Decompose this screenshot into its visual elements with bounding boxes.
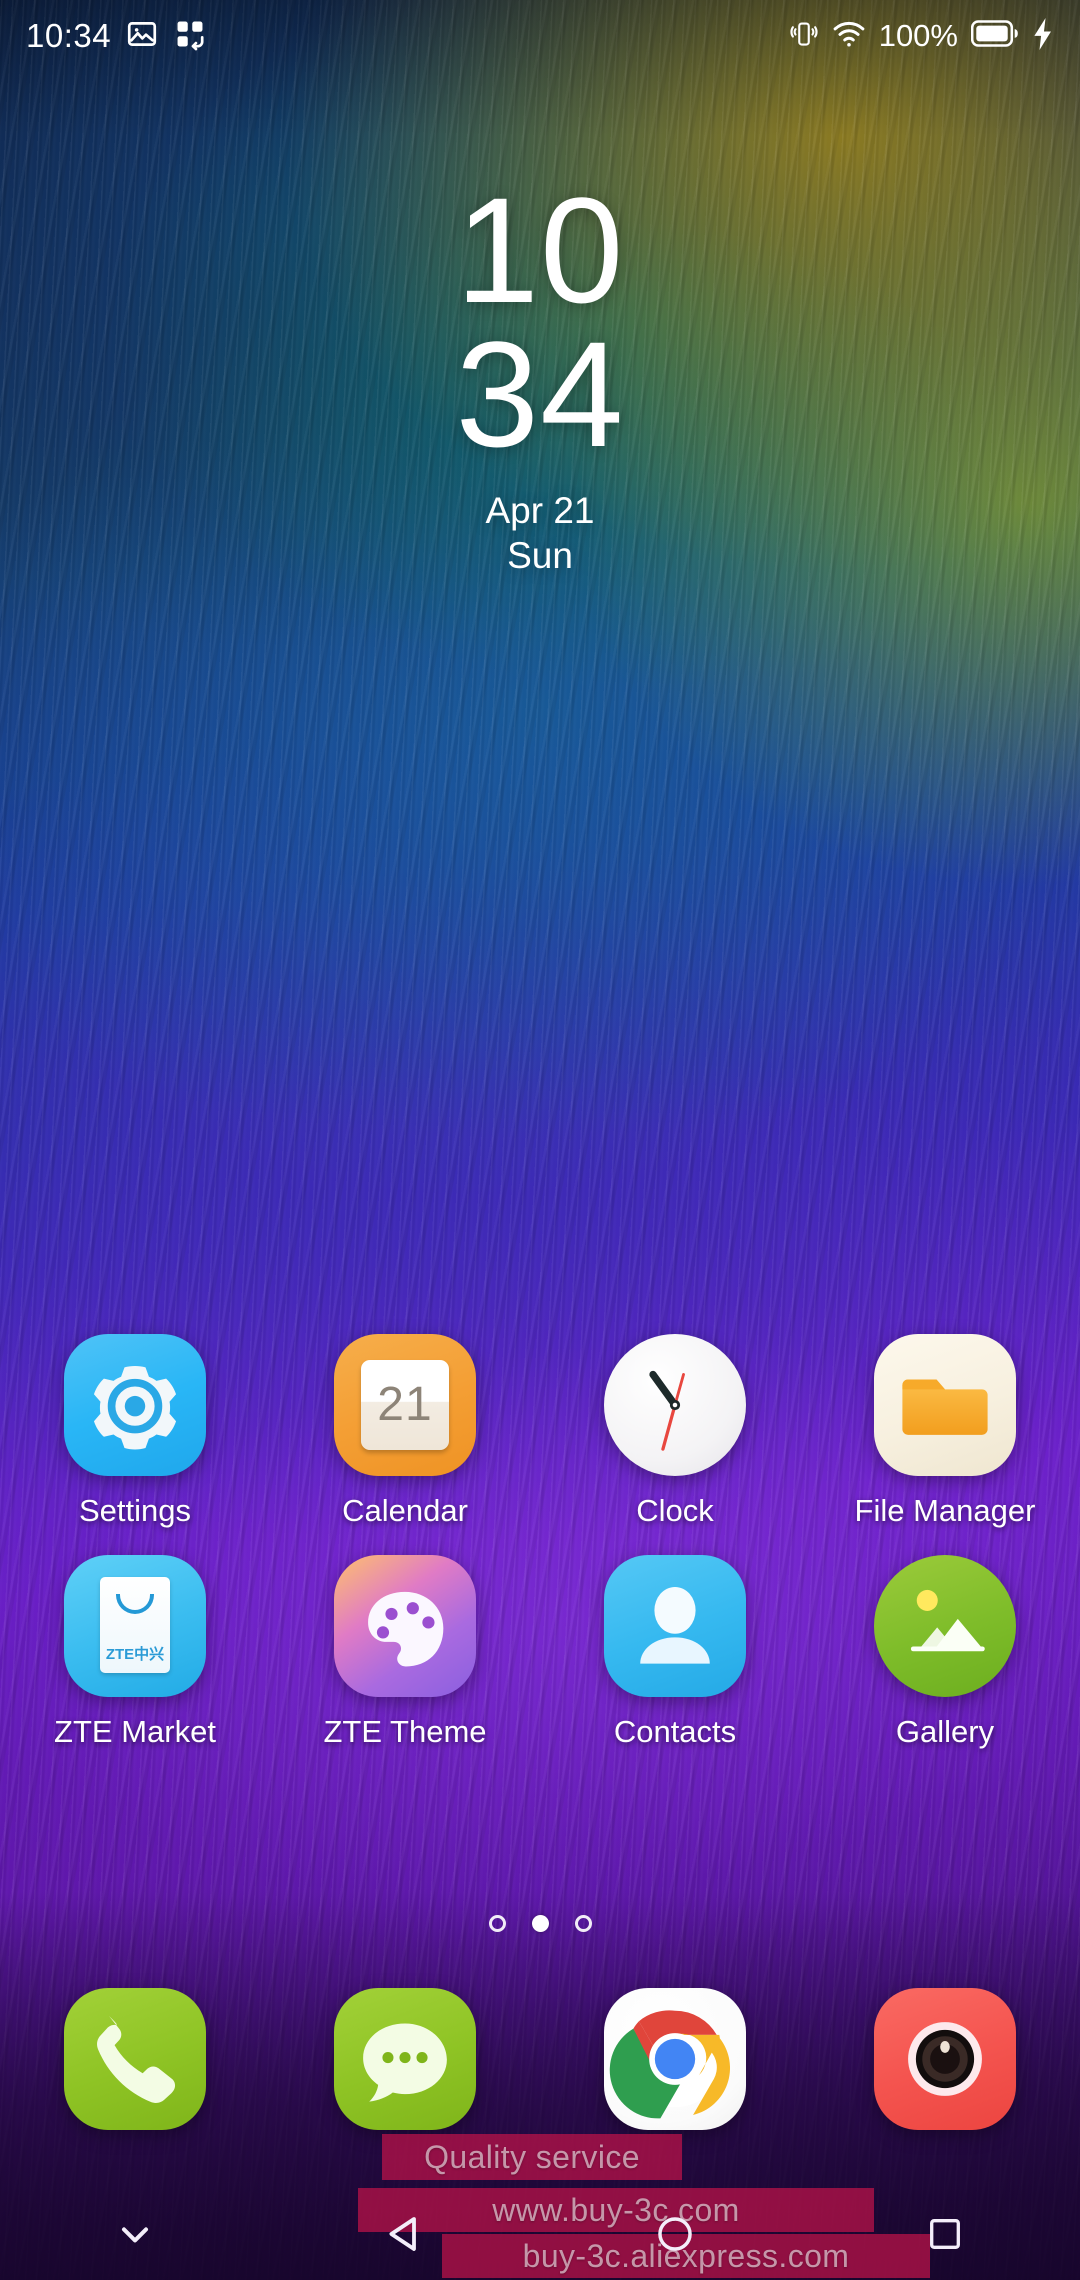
- clock-date: Apr 21: [485, 490, 595, 531]
- app-icon-gallery[interactable]: Gallery: [810, 1555, 1080, 1750]
- camera-lens-icon: [874, 1988, 1016, 2130]
- clock-minute: 34: [455, 310, 625, 478]
- status-bar-clock: 10:34: [26, 17, 112, 54]
- app-grid: Settings 21 Calendar Clock File Manager …: [0, 1334, 1080, 1750]
- app-label: Clock: [636, 1493, 714, 1528]
- zte-brand-label: ZTE中兴: [105, 1646, 165, 1663]
- dock-item-chrome[interactable]: [540, 1988, 810, 2130]
- app-grid-refresh-icon: [173, 17, 207, 56]
- app-label: Gallery: [895, 1714, 995, 1749]
- palette-icon: [334, 1555, 476, 1697]
- page-dot-1[interactable]: [488, 1915, 506, 1932]
- app-icon-zte-theme[interactable]: ZTE Theme: [270, 1555, 540, 1750]
- battery-percent-label: 100%: [878, 18, 958, 53]
- dock-item-phone[interactable]: [0, 1988, 270, 2130]
- phone-handset-icon: [64, 1988, 206, 2130]
- chrome-icon: [604, 1988, 746, 2130]
- person-icon: [604, 1555, 746, 1697]
- app-label: Settings: [78, 1493, 191, 1528]
- status-bar-left: 10:34: [26, 17, 207, 56]
- calendar-day-number: 21: [377, 1378, 433, 1431]
- app-label: File Manager: [854, 1493, 1036, 1528]
- nav-home-button[interactable]: [540, 2212, 810, 2256]
- app-icon-file-manager[interactable]: File Manager: [810, 1334, 1080, 1529]
- status-bar-right: 100%: [789, 17, 1054, 55]
- clock-weekday: Sun: [507, 535, 573, 577]
- nav-back-button[interactable]: [270, 2210, 540, 2258]
- app-label: Calendar: [342, 1493, 468, 1528]
- photo-mountain-icon: [874, 1555, 1016, 1697]
- app-icon-calendar[interactable]: 21 Calendar: [270, 1334, 540, 1529]
- image-icon: [125, 17, 159, 56]
- battery-full-icon: [970, 20, 1019, 52]
- speech-bubble-icon: [334, 1988, 476, 2130]
- app-icon-zte-market[interactable]: ZTE中兴 ZTE Market: [0, 1555, 270, 1750]
- dock: [0, 1988, 1080, 2130]
- status-bar[interactable]: 10:34 100%: [0, 0, 1080, 72]
- clock-hour: 10: [455, 166, 625, 334]
- shopping-bag-icon: ZTE中兴: [64, 1555, 206, 1697]
- nav-recents-button[interactable]: [810, 2213, 1080, 2255]
- calendar-icon: 21: [334, 1334, 476, 1476]
- app-label: ZTE Theme: [323, 1714, 487, 1749]
- app-grid-row: ZTE中兴 ZTE Market ZTE Theme Contacts Gall…: [0, 1555, 1080, 1750]
- app-grid-row: Settings 21 Calendar Clock File Manager: [0, 1334, 1080, 1529]
- app-icon-settings[interactable]: Settings: [0, 1334, 270, 1529]
- back-triangle-icon: [389, 2217, 416, 2251]
- navigation-bar: [0, 2188, 1080, 2280]
- app-icon-contacts[interactable]: Contacts: [540, 1555, 810, 1750]
- page-dot-2-active[interactable]: [531, 1915, 549, 1932]
- folder-icon: [874, 1334, 1016, 1476]
- dock-item-messages[interactable]: [270, 1988, 540, 2130]
- watermark-quality-service: Quality service: [382, 2134, 682, 2180]
- wifi-icon: [832, 19, 866, 54]
- app-icon-clock[interactable]: Clock: [540, 1334, 810, 1529]
- app-label: ZTE Market: [54, 1714, 216, 1749]
- app-label: Contacts: [613, 1714, 737, 1749]
- charging-bolt-icon: [1032, 17, 1054, 55]
- home-circle-icon: [658, 2217, 692, 2251]
- analog-clock-icon: [604, 1334, 746, 1476]
- recents-square-icon: [930, 2219, 960, 2249]
- settings-gear-icon: [64, 1334, 206, 1476]
- chevron-down-icon: [121, 2227, 149, 2243]
- vibrate-icon: [789, 18, 819, 55]
- clock-widget[interactable]: 10 34 Apr 21 Sun: [0, 166, 1080, 578]
- nav-hide-button[interactable]: [0, 2212, 270, 2256]
- page-dot-3[interactable]: [574, 1915, 592, 1932]
- page-indicator[interactable]: [0, 1915, 1080, 1932]
- dock-item-camera[interactable]: [810, 1988, 1080, 2130]
